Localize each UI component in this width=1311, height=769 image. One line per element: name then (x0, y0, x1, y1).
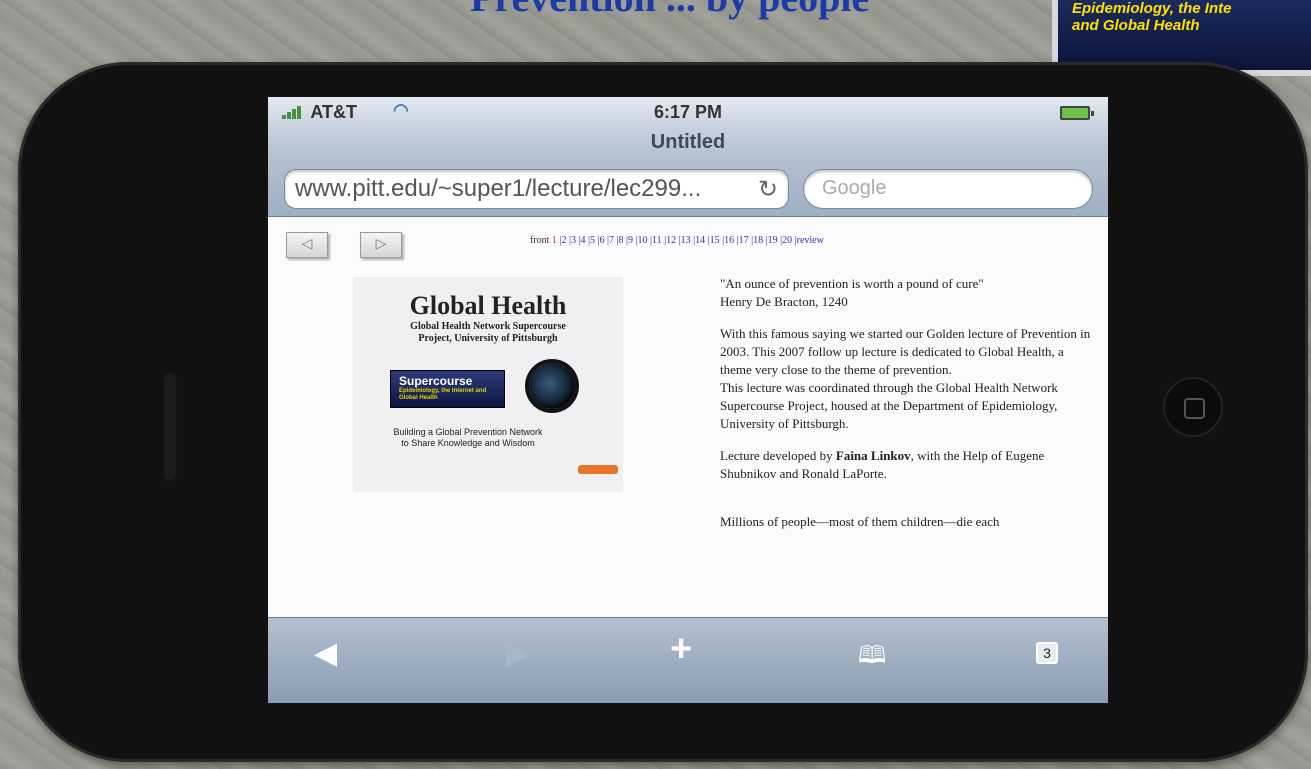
next-slide-button[interactable]: ▷ (360, 232, 402, 258)
prev-slide-button[interactable]: ◁ (286, 232, 328, 258)
logo-subtext: Epidemiology, the Internet and Global He… (399, 388, 487, 401)
coordination-paragraph: This lecture was coordinated through the… (720, 380, 1058, 431)
supercourse-logo: Supercourse Epidemiology, the Internet a… (390, 370, 505, 408)
iphone-device: AT&T ◠ 6:17 PM Untitled www.pitt.edu/~su… (18, 62, 1308, 762)
pages-icon[interactable]: 3 (1036, 642, 1058, 664)
browser-page-title: Untitled (268, 127, 1108, 159)
slide-subtitle: Global Health Network Supercourse (410, 321, 566, 332)
intro-paragraph: With this famous saying we started our G… (720, 326, 1091, 377)
article-text: "An ounce of prevention is worth a pound… (720, 275, 1092, 545)
slide-subtitle-2: Project, University of Pittsburgh (418, 333, 558, 344)
address-bar: www.pitt.edu/~super1/lecture/lec299... ↻… (268, 159, 1108, 217)
globe-image (529, 363, 575, 409)
cover-line-2: and Global Health (1072, 17, 1200, 34)
slide-orange-button[interactable] (578, 465, 618, 474)
add-bookmark-icon[interactable]: + (670, 628, 692, 671)
body-paragraph: Millions of people—most of them children… (720, 514, 1000, 529)
quote: "An ounce of prevention is worth a pound… (720, 276, 984, 291)
tab-count: 3 (1043, 645, 1051, 661)
cover-line-1: Epidemiology, the Inte (1072, 0, 1232, 17)
phone-screen: AT&T ◠ 6:17 PM Untitled www.pitt.edu/~su… (268, 97, 1108, 703)
page-index-links[interactable]: |2 |3 |4 |5 |6 |7 |8 |9 |10 |11 |12 |13 … (559, 235, 823, 246)
quote-author: Henry De Bracton, 1240 (720, 294, 848, 309)
reload-icon[interactable]: ↻ (758, 175, 778, 204)
status-bar: AT&T ◠ 6:17 PM (268, 97, 1108, 127)
url-text: www.pitt.edu/~super1/lecture/lec299... (295, 175, 702, 202)
status-time: 6:17 PM (653, 102, 723, 122)
slide-tagline: Building a Global Prevention Network to … (393, 427, 543, 448)
bookmarks-icon[interactable]: 🕮 (858, 638, 886, 679)
logo-text: Supercourse (399, 374, 473, 388)
title-slide-image: Global Health Global Health Network Supe… (353, 277, 623, 492)
page-index-prefix[interactable]: front (530, 235, 549, 246)
search-placeholder: Google (822, 177, 887, 199)
author-name: Faina Linkov (835, 448, 911, 463)
safari-toolbar: ◀ ▶ + 🕮 3 (268, 617, 1108, 703)
search-input[interactable]: Google (803, 169, 1093, 209)
web-page-content: ◁ ▷ front 1 |2 |3 |4 |5 |6 |7 |8 |9 |10 … (268, 217, 1108, 617)
page-index-current[interactable]: 1 (552, 235, 557, 246)
home-button[interactable] (1163, 377, 1223, 437)
slide-title: Global Health (409, 291, 567, 320)
battery-icon (1060, 106, 1094, 120)
page-heading: Prevention ... by people (470, 0, 869, 21)
url-field[interactable]: www.pitt.edu/~super1/lecture/lec299... ↻ (284, 169, 789, 209)
speaker-grille (163, 372, 177, 482)
page-index: front 1 |2 |3 |4 |5 |6 |7 |8 |9 |10 |11 … (530, 235, 824, 246)
forward-arrow-icon[interactable]: ▶ (506, 636, 529, 671)
back-arrow-icon[interactable]: ◀ (314, 636, 337, 671)
credits-prefix: Lecture developed by (720, 448, 836, 463)
